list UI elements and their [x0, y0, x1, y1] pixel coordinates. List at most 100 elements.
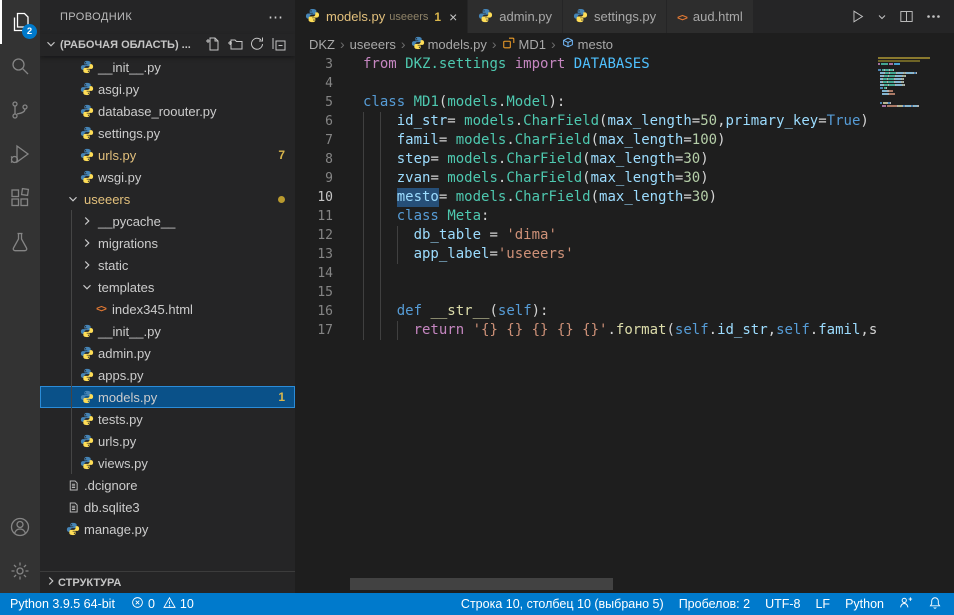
status-feedback[interactable]: [899, 596, 913, 613]
workspace-section-header[interactable]: (РАБОЧАЯ ОБЛАСТЬ) ...: [40, 34, 295, 56]
status-problems[interactable]: 010: [131, 596, 194, 612]
tree-item-db.sqlite3[interactable]: db.sqlite3: [40, 496, 295, 518]
horizontal-scrollbar[interactable]: [350, 578, 613, 590]
line-number: 15: [295, 283, 333, 302]
tree-folder-useeers[interactable]: useeers: [40, 188, 295, 210]
tab-admin.py[interactable]: admin.py: [468, 0, 563, 33]
tree-item-database_roouter.py[interactable]: database_roouter.py: [40, 100, 295, 122]
run-dropdown-button[interactable]: [876, 11, 888, 23]
status-python-interpreter[interactable]: Python 3.9.5 64-bit: [10, 597, 115, 611]
activity-run-debug-icon[interactable]: [0, 132, 40, 176]
activity-source-control-icon[interactable]: [0, 88, 40, 132]
collapse-all-icon[interactable]: [271, 36, 287, 55]
run-python-file-button[interactable]: [849, 8, 866, 25]
code-line-12[interactable]: 12 db_table = 'dima': [295, 226, 954, 245]
status-language-mode[interactable]: Python: [845, 597, 884, 611]
code-line-8[interactable]: 8 step= models.CharField(max_length=30): [295, 150, 954, 169]
status-encoding[interactable]: UTF-8: [765, 597, 800, 611]
tree-folder-migrations[interactable]: migrations: [40, 232, 295, 254]
code-line-15[interactable]: 15: [295, 283, 954, 302]
tree-item-views.py[interactable]: views.py: [40, 452, 295, 474]
tree-item-urls.py[interactable]: urls.py7: [40, 144, 295, 166]
tree-folder-templates[interactable]: templates: [40, 276, 295, 298]
code-text: step= models.CharField(max_length=30): [363, 150, 709, 169]
modified-dot-badge: [278, 196, 285, 203]
code-line-5[interactable]: 5class MD1(models.Model):: [295, 93, 954, 112]
code-line-3[interactable]: 3from DKZ.settings import DATABASES: [295, 55, 954, 74]
tree-item-label: useeers: [84, 192, 130, 207]
status-notifications[interactable]: [928, 596, 942, 613]
activity-testing-icon[interactable]: [0, 220, 40, 264]
tree-item-__init__.py[interactable]: __init__.py: [40, 320, 295, 342]
tab-models.py[interactable]: models.pyuseeers1×: [295, 0, 468, 33]
sidebar-more-actions-icon[interactable]: ⋯: [268, 8, 283, 26]
activity-extensions-icon[interactable]: [0, 176, 40, 220]
tab-aud.html[interactable]: <>aud.html: [667, 0, 754, 33]
activity-settings-icon[interactable]: [0, 549, 40, 593]
code-line-16[interactable]: 16 def __str__(self):: [295, 302, 954, 321]
python-icon: [78, 389, 96, 405]
outline-section-header[interactable]: СТРУКТУРА: [40, 571, 295, 593]
line-number: 7: [295, 131, 333, 150]
breadcrumb-item-models.py[interactable]: models.py: [411, 36, 487, 53]
tree-item-label: static: [98, 258, 128, 273]
breadcrumb-item-useeers[interactable]: useeers: [350, 37, 396, 52]
code-editor[interactable]: 3from DKZ.settings import DATABASES45cla…: [295, 55, 954, 578]
tree-item-asgi.py[interactable]: asgi.py: [40, 78, 295, 100]
tree-item-index345.html[interactable]: <>index345.html: [40, 298, 295, 320]
code-line-7[interactable]: 7 famil= models.CharField(max_length=100…: [295, 131, 954, 150]
line-number: 9: [295, 169, 333, 188]
line-number: 8: [295, 150, 333, 169]
code-line-11[interactable]: 11 class Meta:: [295, 207, 954, 226]
code-line-9[interactable]: 9 zvan= models.CharField(max_length=30): [295, 169, 954, 188]
activity-explorer-icon[interactable]: 2: [0, 0, 40, 44]
file-icon: [64, 499, 82, 515]
code-line-10[interactable]: 10 mesto= models.CharField(max_length=30…: [295, 188, 954, 207]
tree-item-models.py[interactable]: models.py1: [40, 386, 295, 408]
code-line-6[interactable]: 6 id_str= models.CharField(max_length=50…: [295, 112, 954, 131]
line-number: 3: [295, 55, 333, 74]
split-editor-button[interactable]: [898, 8, 915, 25]
breadcrumb-item-MD1[interactable]: MD1: [502, 36, 546, 53]
tree-item-wsgi.py[interactable]: wsgi.py: [40, 166, 295, 188]
minimap[interactable]: [878, 57, 954, 578]
tree-item-manage.py[interactable]: manage.py: [40, 518, 295, 540]
tree-item-label: database_roouter.py: [98, 104, 217, 119]
tree-item-label: wsgi.py: [98, 170, 141, 185]
activity-account-icon[interactable]: [0, 505, 40, 549]
tab-settings.py[interactable]: settings.py: [563, 0, 667, 33]
tree-item-tests.py[interactable]: tests.py: [40, 408, 295, 430]
code-line-14[interactable]: 14: [295, 264, 954, 283]
new-folder-icon[interactable]: [227, 36, 243, 55]
breadcrumb-item-DKZ[interactable]: DKZ: [309, 37, 335, 52]
tree-item-label: apps.py: [98, 368, 144, 383]
code-line-17[interactable]: 17 return '{} {} {} {} {}'.format(self.i…: [295, 321, 954, 340]
tree-item-settings.py[interactable]: settings.py: [40, 122, 295, 144]
status-eol[interactable]: LF: [815, 597, 830, 611]
status-cursor-position[interactable]: Строка 10, столбец 10 (выбрано 5): [461, 597, 664, 611]
tree-folder-static[interactable]: static: [40, 254, 295, 276]
tree-item-.dcignore[interactable]: .dcignore: [40, 474, 295, 496]
tree-item-apps.py[interactable]: apps.py: [40, 364, 295, 386]
refresh-icon[interactable]: [249, 36, 265, 55]
error-icon: [131, 596, 144, 612]
code-line-4[interactable]: 4: [295, 74, 954, 93]
tree-item-__init__.py[interactable]: __init__.py: [40, 56, 295, 78]
status-indentation[interactable]: Пробелов: 2: [679, 597, 750, 611]
chevron-down-icon: [44, 37, 60, 53]
new-file-icon[interactable]: [205, 36, 221, 55]
code-text: famil= models.CharField(max_length=100): [363, 131, 726, 150]
python-icon: [78, 455, 96, 471]
code-text: def __str__(self):: [363, 302, 548, 321]
python-icon: [573, 8, 588, 26]
tree-item-admin.py[interactable]: admin.py: [40, 342, 295, 364]
more-actions-button[interactable]: [925, 8, 942, 25]
close-icon[interactable]: ×: [449, 9, 457, 25]
outline-section-label: СТРУКТУРА: [58, 577, 121, 589]
activity-search-icon[interactable]: [0, 44, 40, 88]
breadcrumb-item-mesto[interactable]: mesto: [561, 36, 613, 53]
code-line-13[interactable]: 13 app_label='useeers': [295, 245, 954, 264]
tree-item-urls.py[interactable]: urls.py: [40, 430, 295, 452]
breadcrumb-label: DKZ: [309, 37, 335, 52]
tree-folder-__pycache__[interactable]: __pycache__: [40, 210, 295, 232]
